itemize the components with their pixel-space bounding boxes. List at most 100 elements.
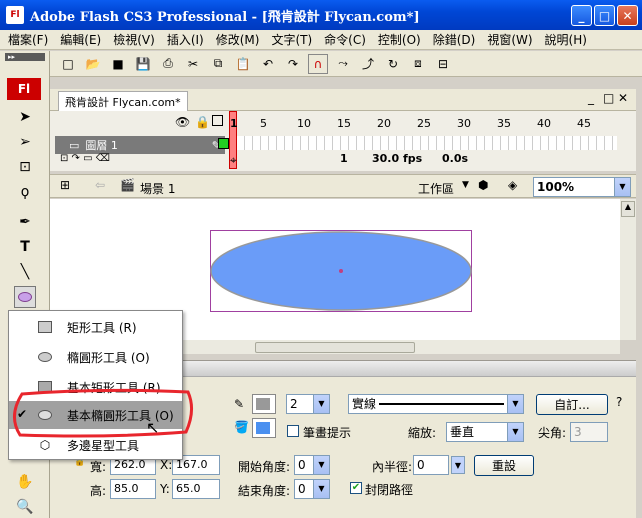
fill-color-swatch[interactable] [252,418,276,438]
rectangle-icon [35,318,55,336]
menu-debug[interactable]: 除錯(D) [433,31,476,48]
hinting-checkbox[interactable] [287,425,299,437]
zoom-field[interactable]: 100% ▼ [533,177,631,197]
back-arrow-icon[interactable]: ⇦ [95,178,105,192]
menu-item-oval-tool[interactable]: 橢圓形工具 (O) [9,343,182,371]
elapsed-time: 0.0s [442,152,469,165]
center-frame-icon[interactable]: ⌖ [230,153,237,168]
align-icon[interactable]: ⊟ [433,54,453,74]
scale-icon[interactable]: ⧈ [408,54,428,74]
menu-file[interactable]: 檔案(F) [8,31,48,48]
free-transform-icon[interactable]: ⊡ [14,156,36,178]
lasso-icon[interactable]: ϙ [14,181,36,203]
edit-symbols-icon[interactable]: ⬢ [478,178,488,192]
flash-logo: Fl [7,78,41,100]
zoom-tool-icon[interactable]: 🔍 [14,496,36,518]
inner-radius-field[interactable]: 0 [413,455,449,475]
frame-rate[interactable]: 30.0 fps [372,152,422,165]
start-angle-field[interactable]: 0 ▼ [294,455,330,475]
close-path-checkbox[interactable]: ✔ [350,482,362,494]
doc-close-button[interactable]: ✕ [618,91,628,105]
doc-minimize-button[interactable]: _ [588,91,594,105]
help-icon[interactable]: ? [616,395,622,409]
edit-bar: ⊞ ⇦ 🎬 場景 1 工作區 ▼ ⬢ ◈ 100% ▼ [50,174,636,198]
miter-field[interactable]: 3 [570,422,608,442]
frame-number: 20 [377,117,391,130]
menu-help[interactable]: 說明(H) [545,31,587,48]
print-icon[interactable]: ⎙ [158,54,178,74]
smooth-icon[interactable]: ⤳ [333,54,353,74]
layer-color-swatch[interactable] [218,138,229,149]
menu-view[interactable]: 檢視(V) [113,31,155,48]
straighten-icon[interactable]: ⤴ [358,54,378,74]
menu-insert[interactable]: 插入(I) [167,31,204,48]
menu-item-rectangle-tool[interactable]: 矩形工具 (R) [9,313,182,341]
minimize-button[interactable]: _ [571,5,592,26]
cut-icon[interactable]: ✂ [183,54,203,74]
frame-number: 15 [337,117,351,130]
eye-icon[interactable]: 👁 [175,115,190,129]
pen-tool-icon[interactable]: ✒ [14,211,36,233]
insert-layer-icon[interactable]: ⊡ ↷ ▭ ⌫ [60,153,110,164]
close-button[interactable]: ✕ [617,5,638,26]
undo-icon[interactable]: ↶ [258,54,278,74]
reset-button[interactable]: 重設 [474,455,534,476]
frame-number: 35 [497,117,511,130]
scale-dropdown[interactable]: 垂直 ▼ [446,422,524,442]
end-angle-field[interactable]: 0 ▼ [294,479,330,499]
hand-tool-icon[interactable]: ✋ [14,471,36,493]
open-bridge-icon[interactable]: ■ [108,54,128,74]
snap-magnet-icon[interactable]: ∩ [308,53,328,74]
subselection-tool-icon[interactable]: ➢ [14,131,36,153]
frame-number: 1 [230,117,238,130]
new-file-icon[interactable]: □ [58,54,78,74]
maximize-button[interactable]: □ [594,5,615,26]
text-tool-icon[interactable]: T [14,236,36,258]
custom-stroke-button[interactable]: 自訂... [536,394,608,415]
edit-scene-icon[interactable]: ◈ [508,178,517,192]
miter-label: 尖角: [538,426,567,440]
timeline-toggle-icon[interactable]: ⊞ [60,178,70,192]
save-icon[interactable]: 💾 [133,54,153,74]
frame-number: 40 [537,117,551,130]
open-folder-icon[interactable]: 📂 [83,54,103,74]
stroke-width-field[interactable]: 2 ▼ [286,394,330,414]
frame-strip[interactable] [237,136,617,150]
lock-icon[interactable]: 🔒 [195,115,210,129]
line-tool-icon[interactable]: ╲ [14,261,36,283]
selection-tool-icon[interactable]: ➤ [14,106,36,128]
layer-row[interactable]: ▭ 圖層 1 ✎ [55,136,225,154]
oval-shape[interactable] [210,231,472,311]
menu-text[interactable]: 文字(T) [271,31,312,48]
frame-number: 5 [260,117,267,130]
inner-radius-stepper[interactable]: ▼ [451,456,465,474]
layer-name: 圖層 1 [85,139,118,152]
layer-icon: ▭ [69,138,80,152]
vertical-scrollbar[interactable]: ▲ [620,199,636,340]
rotate-icon[interactable]: ↻ [383,54,403,74]
current-frame: 1 [340,152,348,165]
menu-edit[interactable]: 編輯(E) [60,31,101,48]
copy-icon[interactable]: ⧉ [208,54,228,74]
y-field[interactable]: 65.0 [172,479,220,499]
outline-icon[interactable] [212,115,223,126]
shape-tool-icon[interactable] [14,286,36,308]
tools-panel-header[interactable]: ▸▸ [5,53,45,61]
document-tab[interactable]: 飛肯設計 Flycan.com* [58,91,188,111]
x-label: X: [160,458,173,472]
menu-control[interactable]: 控制(O) [378,31,421,48]
y-label: Y: [160,482,170,496]
height-field[interactable]: 85.0 [110,479,156,499]
scene-name: 場景 1 [140,182,176,196]
frame-number: 45 [577,117,591,130]
menu-window[interactable]: 視窗(W) [487,31,532,48]
scrollbar-thumb[interactable] [255,342,415,353]
menu-commands[interactable]: 命令(C) [324,31,366,48]
stroke-style-dropdown[interactable]: 實線 ▼ [348,394,524,414]
paste-icon[interactable]: 📋 [233,54,253,74]
stroke-color-swatch[interactable] [252,394,276,414]
workspace-dropdown[interactable]: 工作區 [418,180,454,197]
doc-restore-button[interactable]: □ [603,91,614,105]
menu-modify[interactable]: 修改(M) [216,31,260,48]
redo-icon[interactable]: ↷ [283,54,303,74]
